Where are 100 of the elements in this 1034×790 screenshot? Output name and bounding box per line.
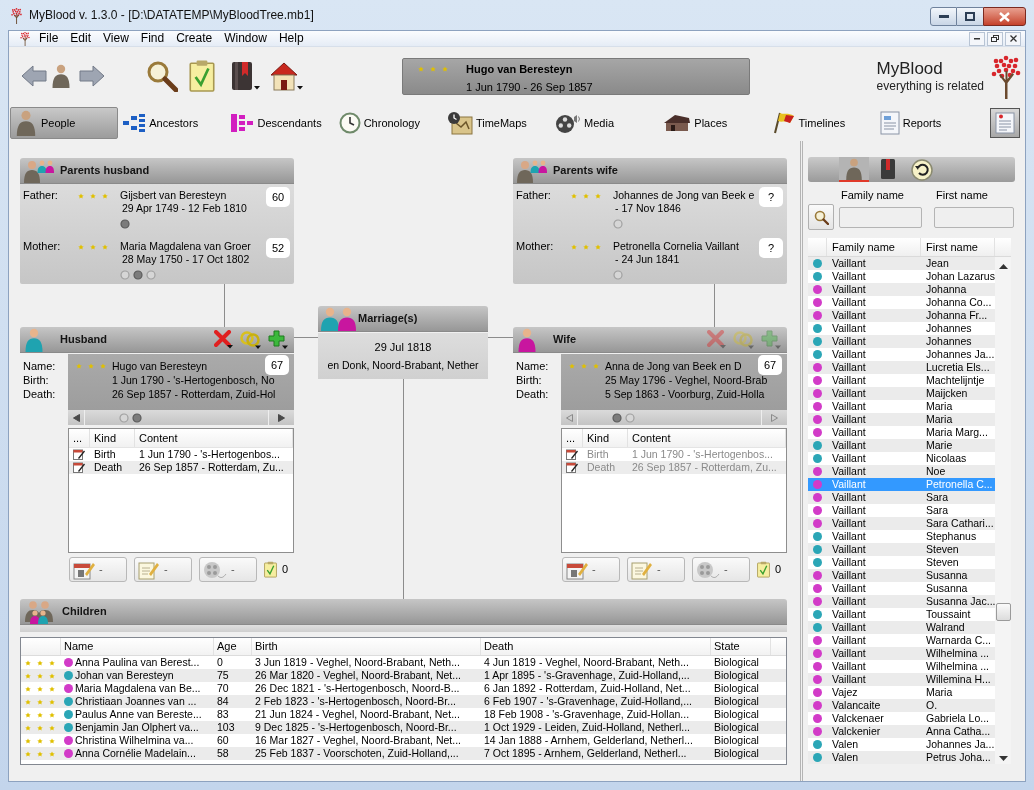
- back-arrow-icon[interactable]: [21, 64, 47, 88]
- page-dot-icon[interactable]: [146, 270, 156, 280]
- child-row[interactable]: Christiaan Joannes van ... 84 2 Feb 1823 - 's-Hertogenbosch, Noord-Br... 6 Feb 1907 - 's-Gravenhage, Zuid-Holland,... Biological: [21, 695, 786, 708]
- column-header[interactable]: State: [714, 638, 740, 655]
- right-arrow-icon[interactable]: [278, 413, 285, 422]
- menu-item[interactable]: Create: [170, 31, 219, 46]
- list-row[interactable]: Vaillant Johannes: [808, 322, 995, 335]
- page-dot-icon[interactable]: [132, 412, 142, 423]
- list-row[interactable]: Vaillant Steven: [808, 543, 995, 556]
- column-header[interactable]: Birth: [255, 638, 278, 655]
- list-row[interactable]: Vaillant Susanna: [808, 569, 995, 582]
- person-name[interactable]: Maria Magdalena van Groer: [120, 240, 251, 253]
- person-name[interactable]: Petronella Cornelia Vaillant: [613, 240, 739, 253]
- event-row[interactable]: Death 26 Sep 1857 - Rotterdam, Zu...: [69, 461, 293, 474]
- list-row[interactable]: Vaillant Walrand: [808, 621, 995, 634]
- list-row[interactable]: Vaillant Johanna Fr...: [808, 309, 995, 322]
- search-field[interactable]: [839, 206, 922, 228]
- list-row[interactable]: Vaillant Willemina H...: [808, 673, 995, 686]
- media-tab[interactable]: Media: [551, 107, 660, 139]
- list-row[interactable]: Valancaite O.: [808, 699, 995, 712]
- person-name[interactable]: Gijsbert van Beresteyn: [120, 189, 227, 202]
- add-icon[interactable]: [268, 329, 289, 350]
- note-button[interactable]: -: [134, 557, 192, 582]
- house-icon[interactable]: [269, 60, 304, 92]
- list-row[interactable]: Valckenaer Gabriela Lo...: [808, 712, 995, 725]
- list-row[interactable]: Vaillant Maria: [808, 413, 995, 426]
- notes-view-button[interactable]: [989, 108, 1020, 138]
- search-icon[interactable]: [146, 60, 178, 92]
- scroll-up-icon[interactable]: [998, 264, 1008, 269]
- page-dot-icon[interactable]: [120, 270, 130, 280]
- page-dot-icon[interactable]: [120, 219, 130, 229]
- person-tab[interactable]: [839, 157, 869, 182]
- page-dot-icon[interactable]: [119, 412, 129, 423]
- child-row[interactable]: Benjamin Jan Olphert va... 103 9 Dec 1825 - 's-Hertogenbosch, Noord-Br... 1 Oct 1929 - Leiden, Zuid-Holland, Netherl... Biological: [21, 721, 786, 734]
- list-row[interactable]: Valckenier Anna Catha...: [808, 725, 995, 738]
- left-arrow-icon[interactable]: [72, 413, 80, 422]
- rings-icon[interactable]: [240, 329, 262, 350]
- mdi-close-button[interactable]: [1005, 31, 1021, 46]
- list-row[interactable]: Vaillant Maria: [808, 400, 995, 413]
- mdi-restore-button[interactable]: [987, 31, 1003, 46]
- list-row[interactable]: Vaillant Johanna Co...: [808, 296, 995, 309]
- list-row[interactable]: Vaillant Johannes: [808, 335, 995, 348]
- scrollbar-thumb[interactable]: [995, 603, 1011, 621]
- column-header[interactable]: Family name: [832, 238, 895, 256]
- timelines-tab[interactable]: Timelines: [767, 107, 876, 139]
- book-icon[interactable]: [231, 60, 261, 92]
- menu-item[interactable]: File: [33, 31, 65, 46]
- menu-item[interactable]: Window: [218, 31, 273, 46]
- list-row[interactable]: Vajez Maria: [808, 686, 995, 699]
- menu-item[interactable]: View: [97, 31, 135, 46]
- list-row[interactable]: Vaillant Johannes Ja...: [808, 348, 995, 361]
- column-header[interactable]: First name: [926, 238, 978, 256]
- menu-item[interactable]: Edit: [64, 31, 98, 46]
- list-row[interactable]: Vaillant Lucretia Els...: [808, 361, 995, 374]
- list-row[interactable]: Vaillant Noe: [808, 465, 995, 478]
- forward-arrow-icon[interactable]: [79, 64, 105, 88]
- minimize-button[interactable]: [930, 7, 957, 26]
- vertical-scrollbar[interactable]: [995, 257, 1011, 764]
- list-row[interactable]: Valen Johannes Ja...: [808, 738, 995, 751]
- list-row[interactable]: Vaillant Sara Cathari...: [808, 517, 995, 530]
- reports-tab[interactable]: Reports: [875, 107, 984, 139]
- media-button[interactable]: -: [199, 557, 257, 582]
- list-row[interactable]: Vaillant Johanna: [808, 283, 995, 296]
- column-header[interactable]: Death: [484, 638, 514, 655]
- list-row[interactable]: Vaillant Susanna: [808, 582, 995, 595]
- places-tab[interactable]: Places: [659, 107, 768, 139]
- person-icon[interactable]: [51, 64, 71, 88]
- column-header[interactable]: Kind: [94, 429, 117, 447]
- page-dot-icon[interactable]: [133, 270, 143, 280]
- column-header[interactable]: ...: [73, 429, 83, 447]
- people-tab[interactable]: People: [10, 107, 119, 139]
- person-name[interactable]: Johannes de Jong van Beek e: [613, 189, 755, 202]
- list-row[interactable]: Vaillant Toussaint: [808, 608, 995, 621]
- list-row[interactable]: Vaillant Warnarda C...: [808, 634, 995, 647]
- list-row[interactable]: Vaillant Susanna Jac...: [808, 595, 995, 608]
- list-row[interactable]: Vaillant Machtelijntje: [808, 374, 995, 387]
- list-row[interactable]: Vaillant Sara: [808, 504, 995, 517]
- column-header[interactable]: Content: [139, 429, 178, 447]
- chronology-tab[interactable]: Chronology: [334, 107, 443, 139]
- list-row[interactable]: Valen Petrus Joha...: [808, 751, 995, 764]
- timemaps-tab[interactable]: TimeMaps: [442, 107, 552, 139]
- delete-icon[interactable]: [214, 329, 234, 350]
- maximize-button[interactable]: [957, 7, 983, 26]
- search-field[interactable]: [934, 206, 1014, 228]
- list-row[interactable]: Vaillant Maijcken: [808, 387, 995, 400]
- event-button[interactable]: -: [69, 557, 127, 582]
- list-row[interactable]: Vaillant Maria Marg...: [808, 426, 995, 439]
- list-row[interactable]: Vaillant Wilhelmina ...: [808, 647, 995, 660]
- list-row[interactable]: Vaillant Wilhelmina ...: [808, 660, 995, 673]
- menu-item[interactable]: Help: [272, 31, 310, 46]
- child-row[interactable]: Johan van Beresteyn 75 26 Mar 1820 - Veghel, Noord-Brabant, Net... 1 Apr 1895 - 's-Gravenhage, Zuid-Holland,... Biological: [21, 669, 786, 682]
- page-dot-icon[interactable]: [613, 270, 623, 280]
- list-row[interactable]: Vaillant Marie: [808, 439, 995, 452]
- menu-item[interactable]: Find: [134, 31, 171, 46]
- checklist-icon[interactable]: [189, 60, 215, 92]
- list-row[interactable]: Vaillant Jean: [808, 257, 995, 270]
- close-button[interactable]: [983, 7, 1026, 26]
- list-row[interactable]: Vaillant Nicolaas: [808, 452, 995, 465]
- descendants-tab[interactable]: Descendants: [226, 107, 335, 139]
- ancestors-tab[interactable]: Ancestors: [118, 107, 227, 139]
